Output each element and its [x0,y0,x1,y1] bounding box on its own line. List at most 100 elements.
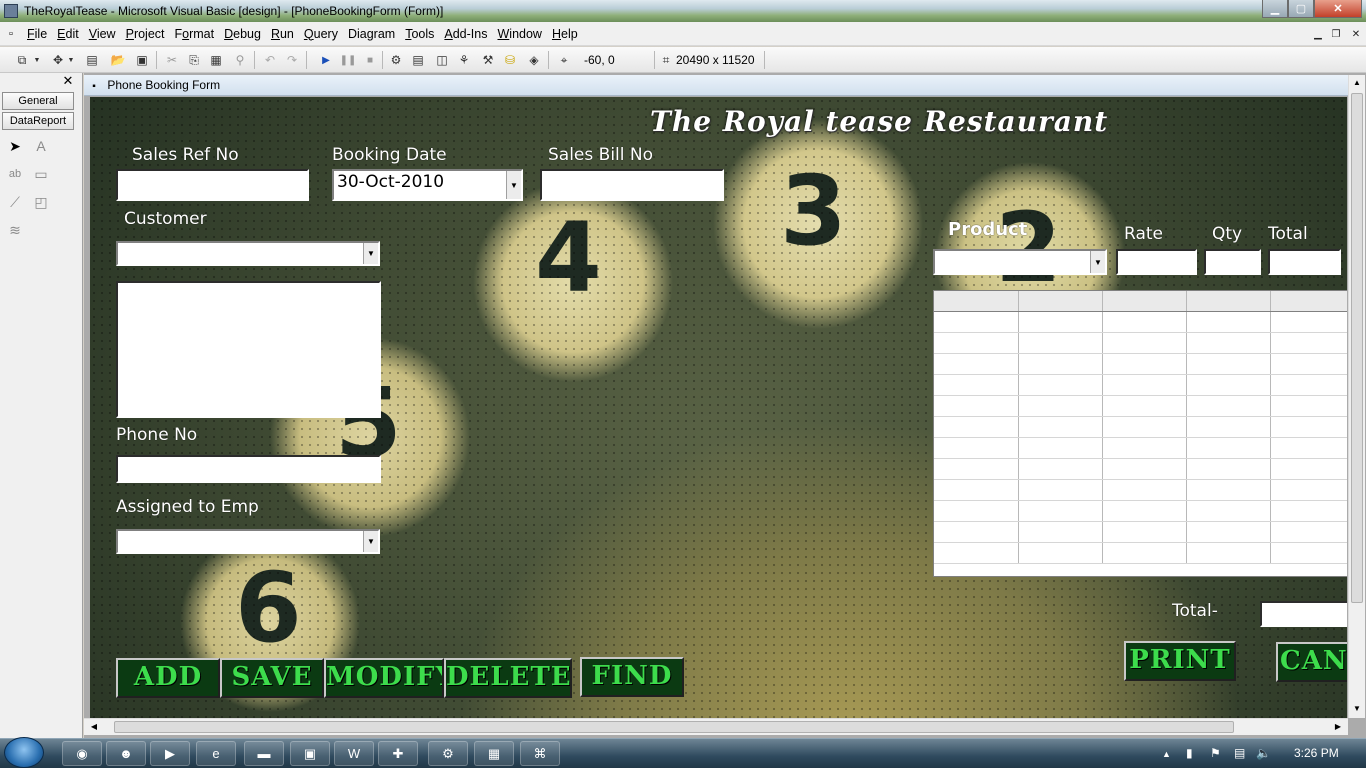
textbox-tool-icon[interactable]: ab [4,163,26,185]
phone-input[interactable] [116,455,381,483]
scroll-right-icon[interactable]: ▶ [1330,719,1346,735]
find-icon[interactable]: ⚲ [230,50,250,70]
menu-view[interactable]: View [84,22,121,46]
explorer-icon[interactable]: ▬ [244,741,284,766]
chevron-down-icon[interactable]: ▼ [506,171,521,199]
chevron-down-icon[interactable]: ▼ [1090,251,1105,273]
undo-icon[interactable]: ↶ [260,50,280,70]
line-total-input[interactable] [1268,249,1341,275]
sales-ref-input[interactable] [116,169,309,201]
form-layout-icon[interactable]: ◫ [432,50,452,70]
visual-component-manager-icon[interactable]: ◈ [524,50,544,70]
menu-editor-icon[interactable]: ▤ [82,50,102,70]
data-view-icon[interactable]: ⛁ [500,50,520,70]
booking-date-picker[interactable]: 30-Oct-2010 ▼ [332,169,523,201]
toolbox-icon[interactable]: ⚒ [478,50,498,70]
mdi-minimize-icon[interactable]: ▁ [1310,27,1326,41]
menu-tools[interactable]: Tools [400,22,439,46]
internet-explorer-icon[interactable]: e [196,741,236,766]
menu-edit[interactable]: Edit [52,22,84,46]
shape-tool-icon[interactable]: ▭ [30,163,52,185]
find-button[interactable]: FIND [580,657,684,697]
close-icon[interactable]: ✕ [60,73,76,89]
word-icon[interactable]: W [334,741,374,766]
menu-query[interactable]: Query [299,22,343,46]
action-center-flag-icon[interactable]: ⚑ [1210,746,1221,760]
customer-combo[interactable]: ▼ [116,241,380,266]
menu-project[interactable]: Project [121,22,170,46]
redo-icon[interactable]: ↷ [282,50,302,70]
close-button[interactable]: ✕ [1314,0,1362,18]
grand-total-input[interactable] [1260,601,1347,627]
rate-input[interactable] [1116,249,1197,275]
chrome-icon[interactable]: ◉ [62,741,102,766]
paint-icon[interactable]: ▦ [474,741,514,766]
scroll-left-icon[interactable]: ◀ [86,719,102,735]
chevron-down-icon[interactable]: ▼ [363,531,378,552]
add-form-icon[interactable]: ✥ [48,50,68,70]
chevron-down-icon[interactable]: ▼ [363,243,378,264]
properties-window-icon[interactable]: ▤ [408,50,428,70]
horizontal-scroll-thumb[interactable] [114,721,1234,733]
volume-icon[interactable]: 🔈 [1256,746,1271,760]
media-player-icon[interactable]: ▶ [150,741,190,766]
sales-bill-input[interactable] [540,169,724,201]
menu-run[interactable]: Run [266,22,299,46]
window-app-icon[interactable]: ▣ [290,741,330,766]
network-icon[interactable]: ▮ [1186,746,1193,760]
pointer-icon[interactable]: ➤ [4,135,26,157]
start-button[interactable] [4,737,44,768]
menu-diagram[interactable]: Diagram [343,22,400,46]
qty-input[interactable] [1204,249,1261,275]
order-items-grid[interactable] [933,290,1347,577]
minimize-button[interactable]: ▁ [1262,0,1288,18]
scroll-down-icon[interactable]: ▼ [1349,701,1365,717]
start-icon[interactable]: ▶ [316,50,336,70]
mdi-restore-icon[interactable]: ❐ [1328,27,1344,41]
maximize-button[interactable]: ▢ [1288,0,1314,18]
chevron-down-icon[interactable]: ▼ [66,50,76,70]
acrobat-icon[interactable]: ✚ [378,741,418,766]
menu-debug[interactable]: Debug [219,22,266,46]
customer-address-textbox[interactable] [116,281,381,418]
object-browser-icon[interactable]: ⚘ [454,50,474,70]
function-tool-icon[interactable]: ≋ [4,219,26,241]
menu-addins[interactable]: Add-Ins [439,22,492,46]
vertical-scrollbar[interactable]: ▲ ▼ [1348,75,1365,718]
modify-button[interactable]: MODIFY [324,658,444,698]
image-tool-icon[interactable]: ◰ [30,191,52,213]
label-tool-icon[interactable]: A [30,135,52,157]
menu-window[interactable]: Window [492,22,546,46]
menu-help[interactable]: Help [547,22,583,46]
project-explorer-icon[interactable]: ⚙ [386,50,406,70]
delete-button[interactable]: DELETE [444,658,572,698]
scroll-up-icon[interactable]: ▲ [1349,75,1365,91]
clock[interactable]: 3:26 PM [1294,746,1339,760]
menu-format[interactable]: Format [170,22,220,46]
cut-icon[interactable]: ✂ [162,50,182,70]
horizontal-scrollbar[interactable]: ◀ ▶ [84,718,1348,735]
copy-icon[interactable]: ⎘ [184,50,204,70]
misc-app-icon[interactable]: ⌘ [520,741,560,766]
vertical-scroll-thumb[interactable] [1351,93,1363,603]
save-button[interactable]: SAVE [220,658,324,698]
people-app-icon[interactable]: ☻ [106,741,146,766]
line-tool-icon[interactable]: ⟋ [4,191,26,213]
stop-icon[interactable]: ■ [360,50,380,70]
mdi-close-icon[interactable]: ✕ [1348,27,1364,41]
visual-basic-icon[interactable]: ⚙ [428,741,468,766]
assigned-emp-combo[interactable]: ▼ [116,529,380,554]
phone-booking-form[interactable]: 4 3 2 5 6 The Royal tease Restaurant Sal… [90,97,1347,718]
save-icon[interactable]: ▣ [132,50,152,70]
menu-file[interactable]: File [22,22,52,46]
toolbox-tab-datareport[interactable]: DataReport [2,112,74,130]
chevron-down-icon[interactable]: ▼ [32,50,42,70]
open-icon[interactable]: 📂 [108,50,128,70]
break-icon[interactable]: ❚❚ [338,50,358,70]
power-icon[interactable]: ▤ [1234,746,1245,760]
print-button[interactable]: PRINT [1124,641,1236,681]
show-hidden-icons-icon[interactable]: ▲ [1162,749,1171,759]
add-button[interactable]: ADD [116,658,220,698]
paste-icon[interactable]: ▦ [206,50,226,70]
toolbox-tab-general[interactable]: General [2,92,74,110]
